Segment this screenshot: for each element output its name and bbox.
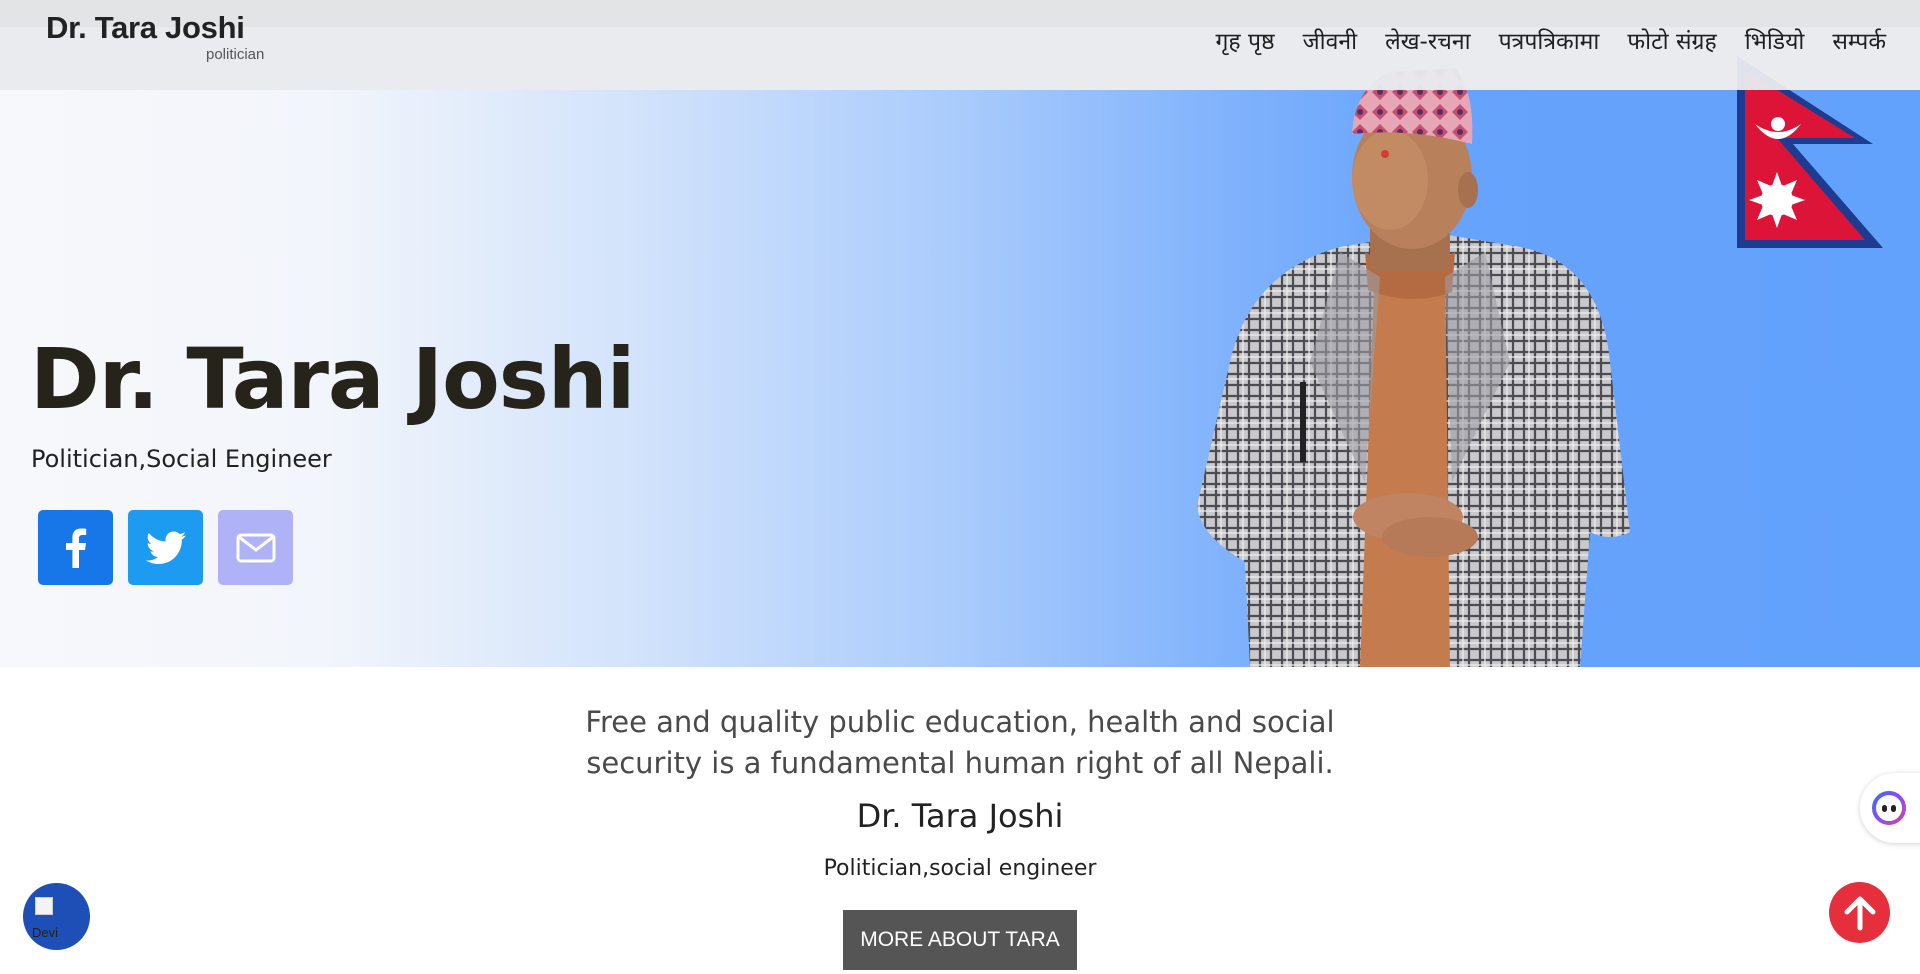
nav-item-contact[interactable]: सम्पर्क <box>1832 24 1886 56</box>
facebook-button[interactable] <box>38 510 113 585</box>
more-about-button[interactable]: MORE ABOUT TARA <box>843 910 1077 970</box>
quote-line-2: security is a fundamental human right of… <box>586 746 1334 780</box>
widget-alt-text: Devi <box>32 925 59 940</box>
chat-widget-left[interactable]: Devi <box>23 883 90 950</box>
quote-author-role: Politician,social engineer <box>823 856 1097 881</box>
nav-item-home[interactable]: गृह पृष्ठ <box>1215 24 1274 56</box>
main-nav: गृह पृष्ठ जीवनी लेख-रचना पत्रपत्रिकामा फ… <box>1187 24 1886 56</box>
arrow-up-icon <box>1844 896 1875 930</box>
mail-icon <box>236 533 275 562</box>
scroll-to-top-button[interactable] <box>1829 882 1890 943</box>
portrait-image <box>1197 68 1630 667</box>
quote-line-1: Free and quality public education, healt… <box>585 705 1335 739</box>
quote-author: Dr. Tara Joshi <box>856 797 1064 835</box>
email-button[interactable] <box>218 510 293 585</box>
twitter-button[interactable] <box>128 510 203 585</box>
nav-item-biography[interactable]: जीवनी <box>1303 24 1358 56</box>
hero-banner: Dr. Tara Joshi Politician,Social Enginee… <box>0 56 1920 667</box>
site-logo[interactable]: Dr. Tara Joshi politician <box>46 6 316 66</box>
quote-text: Free and quality public education, healt… <box>560 702 1360 784</box>
facebook-icon <box>65 528 86 568</box>
assistant-widget[interactable] <box>1860 773 1920 843</box>
twitter-icon <box>145 531 186 564</box>
logo-subtitle: politician <box>206 46 265 63</box>
nav-item-press[interactable]: पत्रपत्रिकामा <box>1499 24 1600 56</box>
hero-title: Dr. Tara Joshi <box>30 330 635 428</box>
hero-subtitle: Politician,Social Engineer <box>31 445 332 473</box>
site-header: Dr. Tara Joshi politician गृह पृष्ठ जीवन… <box>0 0 1920 90</box>
nav-item-articles[interactable]: लेख-रचना <box>1385 24 1470 56</box>
assistant-face-icon <box>1872 791 1906 825</box>
broken-image-icon <box>35 897 53 915</box>
nav-item-video[interactable]: भिडियो <box>1745 24 1805 56</box>
logo-name: Dr. Tara Joshi <box>46 10 245 45</box>
nav-item-photo-gallery[interactable]: फोटो संग्रह <box>1627 24 1716 56</box>
